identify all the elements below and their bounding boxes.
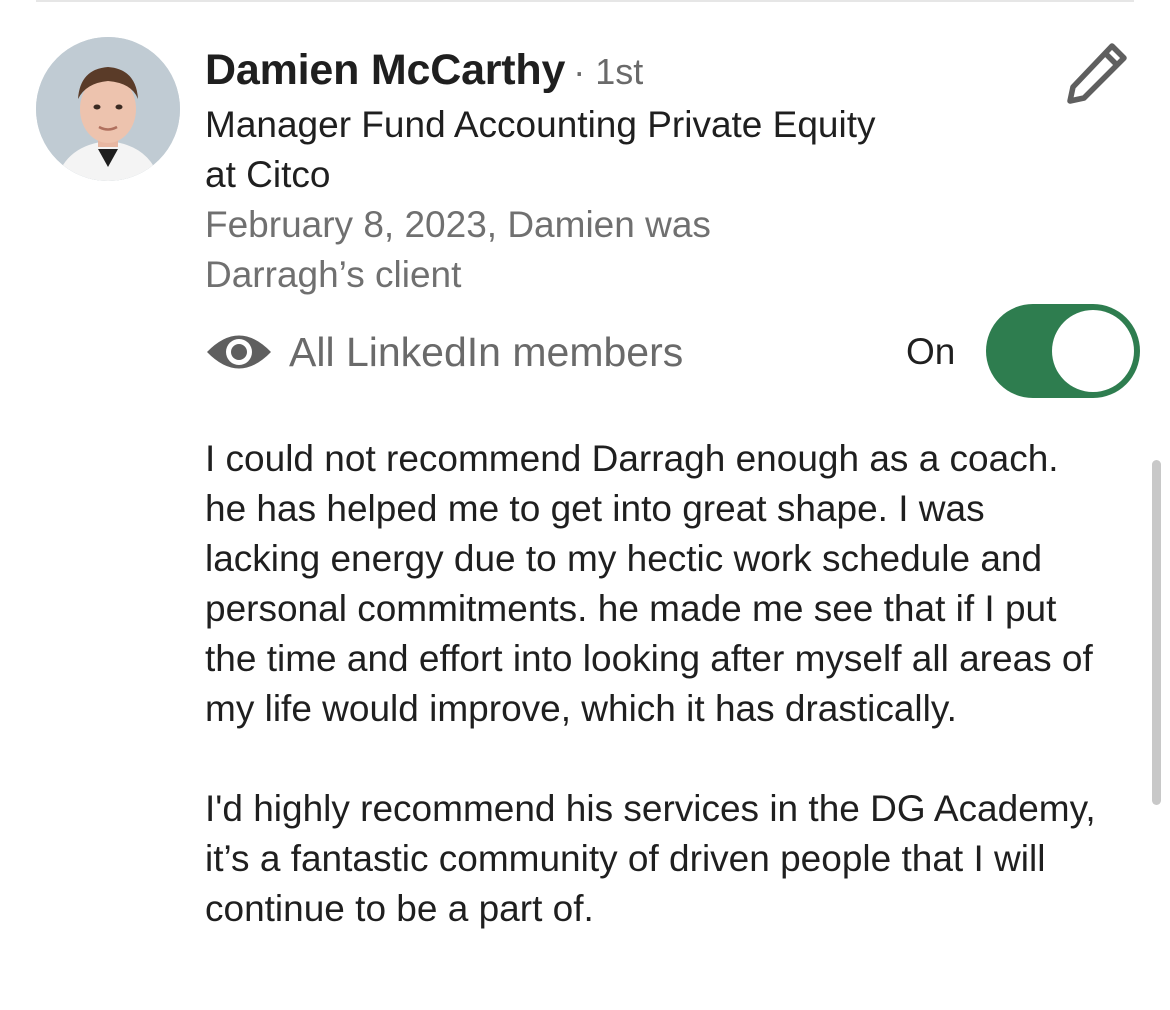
pencil-icon xyxy=(1067,43,1127,104)
connection-degree: · 1st xyxy=(573,51,644,92)
visibility-setting: All LinkedIn members xyxy=(205,322,683,382)
avatar-photo xyxy=(36,37,180,181)
recommendation-relation: February 8, 2023, Damien was Darragh’s c… xyxy=(205,204,711,295)
author-name-line: Damien McCarthy · 1st xyxy=(205,42,643,108)
visibility-label: All LinkedIn members xyxy=(289,328,684,375)
top-divider xyxy=(36,0,1134,2)
recommendation-paragraph: I could not recommend Darragh enough as … xyxy=(205,438,1093,729)
toggle-label: On xyxy=(906,331,956,372)
toggle-knob xyxy=(1052,310,1134,392)
recommendation-paragraph: I'd highly recommend his services in the… xyxy=(205,788,1096,929)
author-name[interactable]: Damien McCarthy xyxy=(205,46,565,94)
edit-button[interactable] xyxy=(1060,40,1134,106)
author-headline: Manager Fund Accounting Private Equity a… xyxy=(205,104,876,195)
recommendation-text: I could not recommend Darragh enough as … xyxy=(205,434,1105,934)
avatar[interactable] xyxy=(36,37,180,181)
eye-icon xyxy=(207,335,271,369)
scrollbar[interactable] xyxy=(1152,460,1161,805)
visibility-toggle[interactable] xyxy=(986,304,1140,398)
